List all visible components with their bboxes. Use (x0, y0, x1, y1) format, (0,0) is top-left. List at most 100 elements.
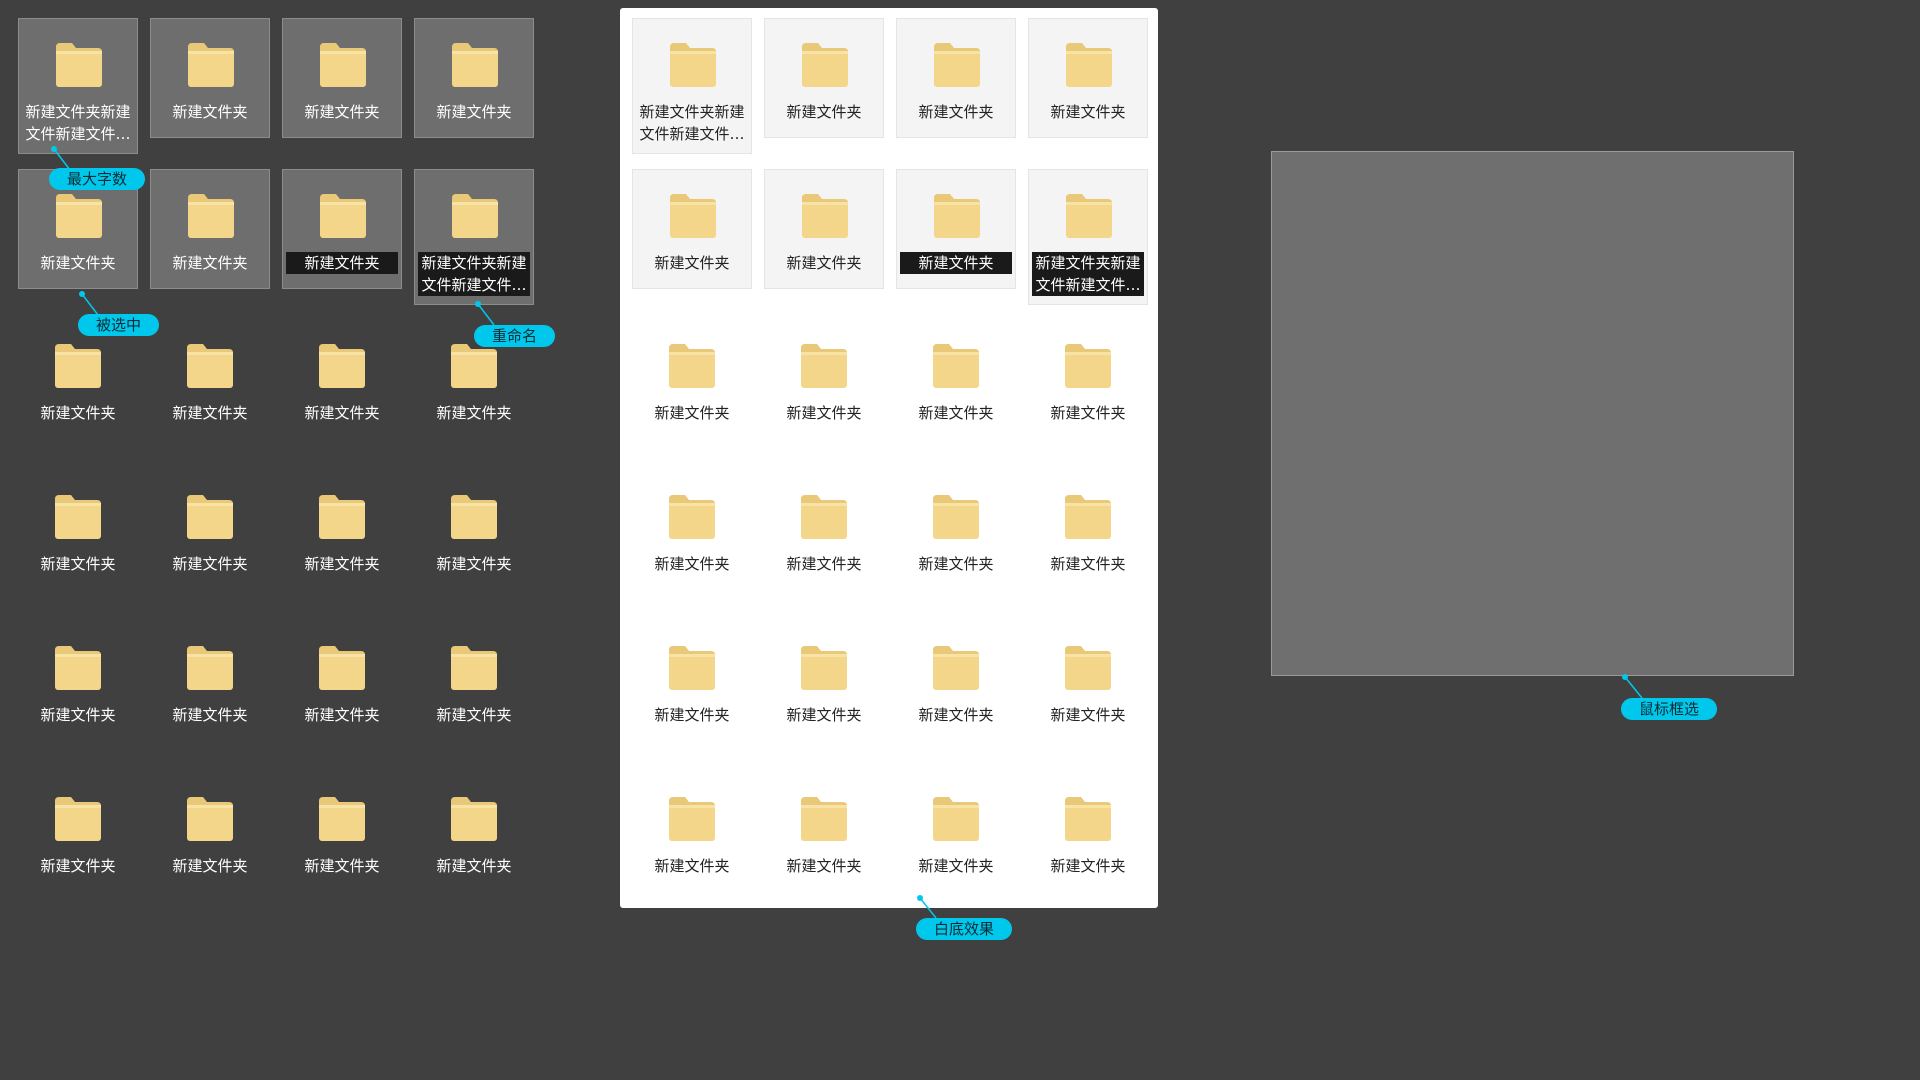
folder-icon (800, 190, 850, 240)
folder-item[interactable]: 新建文件夹 (282, 773, 402, 893)
folder-label: 新建文件夹 (1050, 857, 1126, 875)
white-background-panel: 新建文件夹新建文件新建文件… 新建文件夹 新建文件夹 新建文件夹 新建文件夹 新建文件夹新… (620, 8, 1158, 908)
folder-icon (185, 642, 235, 692)
folder-item[interactable]: 新建文件夹 (896, 471, 1016, 591)
folder-icon (931, 793, 981, 843)
folder-label: 新建文件夹 (654, 706, 730, 724)
callout-white-bg: 白底效果 (916, 918, 1013, 940)
folder-item[interactable]: 新建文件夹 (896, 622, 1016, 742)
folder-icon (185, 793, 235, 843)
folder-item[interactable]: 新建文件夹 (764, 622, 884, 742)
folder-icon (667, 340, 717, 390)
folder-icon (186, 39, 236, 89)
folder-item[interactable]: 新建文件夹 (896, 169, 1016, 289)
folder-item[interactable]: 新建文件夹 (150, 773, 270, 893)
callout-max-chars: 最大字数 (49, 168, 146, 190)
folder-icon (931, 340, 981, 390)
folder-icon (1064, 190, 1114, 240)
folder-item[interactable]: 新建文件夹 (1028, 622, 1148, 742)
folder-item[interactable]: 新建文件夹 (764, 471, 884, 591)
folder-item[interactable]: 新建文件夹新建文件新建文件… (18, 18, 138, 154)
folder-item[interactable]: 新建文件夹 (414, 773, 534, 893)
folder-item[interactable]: 新建文件夹 (282, 18, 402, 138)
folder-label: 新建文件夹 (1050, 555, 1126, 573)
folder-item[interactable]: 新建文件夹 (18, 622, 138, 742)
folder-item[interactable]: 新建文件夹 (632, 169, 752, 289)
callout-anchor-dot (51, 146, 57, 152)
folder-item[interactable]: 新建文件夹 (18, 773, 138, 893)
folder-label: 新建文件夹新建文件新建文件… (639, 103, 745, 143)
folder-item[interactable]: 新建文件夹 (632, 773, 752, 893)
folder-item[interactable]: 新建文件夹 (896, 18, 1016, 138)
folder-icon (449, 491, 499, 541)
folder-label: 新建文件夹 (172, 103, 248, 121)
folder-icon (799, 340, 849, 390)
folder-item[interactable]: 新建文件夹 (414, 622, 534, 742)
folder-label: 新建文件夹 (1050, 404, 1126, 422)
folder-item[interactable]: 新建文件夹 (18, 471, 138, 591)
folder-label: 新建文件夹 (172, 254, 248, 272)
folder-item[interactable]: 新建文件夹 (632, 320, 752, 440)
folder-icon (54, 190, 104, 240)
folder-icon (799, 793, 849, 843)
folder-item[interactable]: 新建文件夹 (150, 169, 270, 289)
folder-icon (1064, 39, 1114, 89)
folder-icon (449, 642, 499, 692)
folder-item[interactable]: 新建文件夹 (896, 773, 1016, 893)
folder-label: 新建文件夹 (304, 103, 380, 121)
folder-item[interactable]: 新建文件夹 (18, 320, 138, 440)
folder-item[interactable]: 新建文件夹 (764, 773, 884, 893)
folder-label: 新建文件夹 (304, 857, 380, 875)
folder-icon (449, 793, 499, 843)
marquee-selection-box[interactable] (1271, 151, 1794, 676)
folder-icon (185, 340, 235, 390)
folder-icon (450, 190, 500, 240)
folder-icon (668, 39, 718, 89)
folder-item[interactable]: 新建文件夹 (150, 320, 270, 440)
folder-item[interactable]: 新建文件夹 (632, 622, 752, 742)
folder-item[interactable]: 新建文件夹 (150, 622, 270, 742)
callout-anchor-dot (917, 895, 923, 901)
folder-item[interactable]: 新建文件夹 (764, 169, 884, 289)
folder-item[interactable]: 新建文件夹 (282, 320, 402, 440)
folder-item[interactable]: 新建文件夹 (764, 320, 884, 440)
folder-label: 新建文件夹 (172, 404, 248, 422)
folder-item[interactable]: 新建文件夹新建文件新建文件… (632, 18, 752, 154)
folder-label: 新建文件夹 (40, 555, 116, 573)
folder-item[interactable]: 新建文件夹 (1028, 773, 1148, 893)
folder-item[interactable]: 新建文件夹 (282, 169, 402, 289)
folder-item[interactable]: 新建文件夹 (1028, 320, 1148, 440)
folder-label: 新建文件夹 (918, 555, 994, 573)
folder-item[interactable]: 新建文件夹 (414, 471, 534, 591)
folder-item[interactable]: 新建文件夹 (764, 18, 884, 138)
folder-label: 新建文件夹 (436, 706, 512, 724)
folder-label: 新建文件夹 (786, 103, 862, 121)
folder-label: 新建文件夹 (918, 857, 994, 875)
folder-item[interactable]: 新建文件夹 (150, 18, 270, 138)
folder-label: 新建文件夹 (436, 404, 512, 422)
folder-item[interactable]: 新建文件夹 (632, 471, 752, 591)
folder-icon (667, 642, 717, 692)
folder-item[interactable]: 新建文件夹 (896, 320, 1016, 440)
folder-label: 新建文件夹 (304, 706, 380, 724)
folder-icon (668, 190, 718, 240)
folder-label: 新建文件夹新建文件新建文件… (25, 103, 131, 143)
folder-item[interactable]: 新建文件夹 (282, 622, 402, 742)
folder-item[interactable]: 新建文件夹 (150, 471, 270, 591)
folder-label: 新建文件夹 (304, 555, 380, 573)
folder-label: 新建文件夹 (436, 103, 512, 121)
folder-item[interactable]: 新建文件夹 (282, 471, 402, 591)
folder-label: 新建文件夹 (654, 857, 730, 875)
folder-icon (931, 642, 981, 692)
callout-selected: 被选中 (78, 314, 160, 336)
folder-icon (317, 340, 367, 390)
folder-item[interactable]: 新建文件夹 (1028, 471, 1148, 591)
folder-label: 新建文件夹 (918, 404, 994, 422)
callout-anchor-dot (475, 301, 481, 307)
folder-icon (799, 642, 849, 692)
folder-icon (53, 793, 103, 843)
folder-item[interactable]: 新建文件夹新建文件新建文件… (1028, 169, 1148, 305)
folder-item[interactable]: 新建文件夹新建文件新建文件… (414, 169, 534, 305)
folder-item[interactable]: 新建文件夹 (414, 18, 534, 138)
folder-item[interactable]: 新建文件夹 (1028, 18, 1148, 138)
